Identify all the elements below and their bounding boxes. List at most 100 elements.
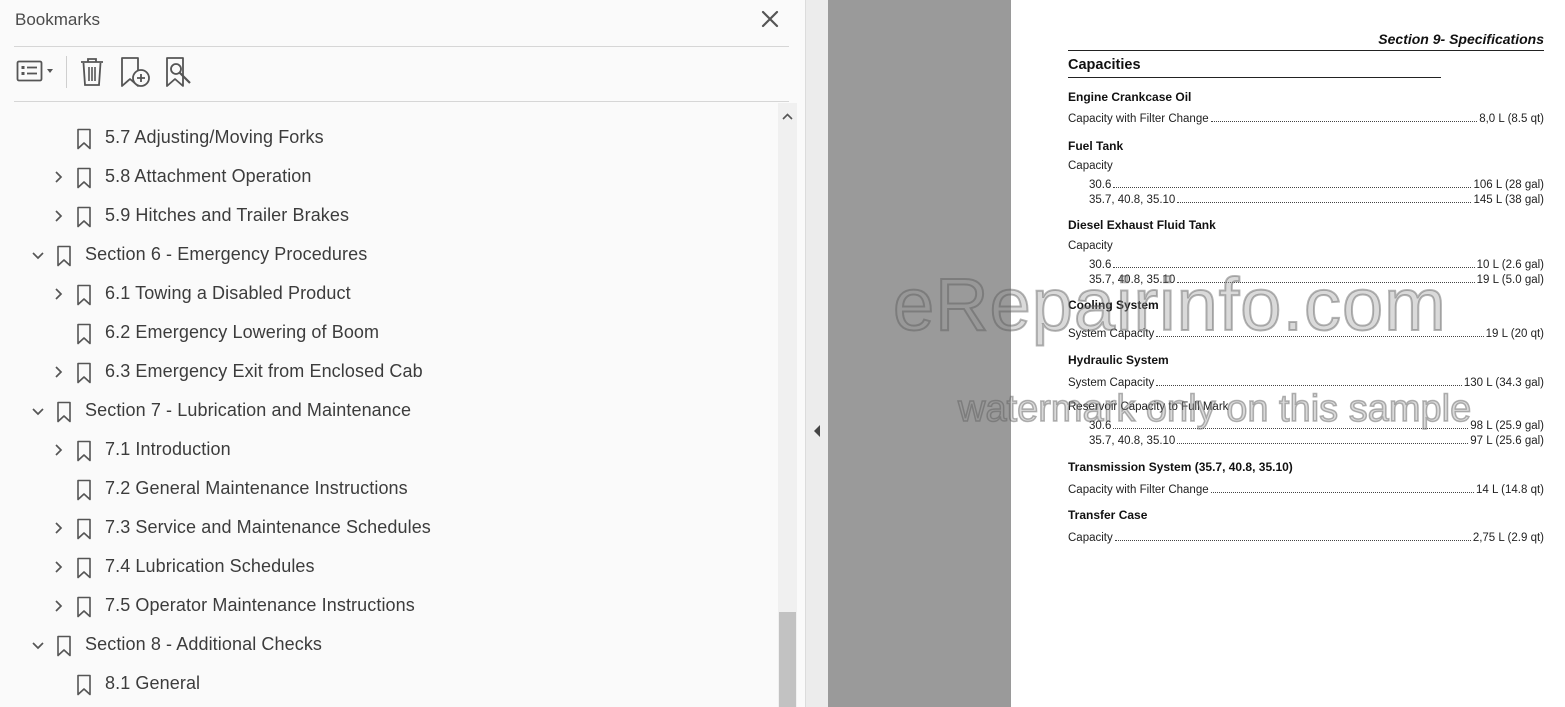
spec-key: 35.7, 40.8, 35.10	[1089, 274, 1176, 286]
close-icon	[761, 10, 779, 28]
spec-sublabel: Capacity	[1068, 160, 1113, 172]
bookmark-label: Section 6 - Emergency Procedures	[85, 244, 368, 264]
bookmark-item[interactable]: 6.3 Emergency Exit from Enclosed Cab	[0, 353, 778, 392]
new-bookmark-button[interactable]	[118, 55, 152, 89]
scrollbar-thumb[interactable]	[779, 612, 796, 707]
bookmark-label: 5.7 Adjusting/Moving Forks	[105, 127, 324, 147]
bookmark-label: 8.1 General	[105, 673, 201, 693]
divider	[14, 46, 789, 47]
spec-value: 14 L (14.8 qt)	[1476, 484, 1544, 496]
collapse-panel-button[interactable]	[812, 424, 822, 443]
spec-line: 35.7, 40.8, 35.10 19 L (5.0 gal)	[1089, 271, 1544, 286]
spec-value: 97 L (25.6 gal)	[1470, 435, 1544, 447]
bookmark-label: 6.3 Emergency Exit from Enclosed Cab	[105, 361, 423, 381]
bookmark-item[interactable]: 7.3 Service and Maintenance Schedules	[0, 509, 778, 548]
spec-value: 2,75 L (2.9 qt)	[1472, 532, 1544, 544]
bookmark-label: 7.3 Service and Maintenance Schedules	[105, 517, 431, 537]
chevron-right-icon[interactable]	[51, 560, 65, 574]
bookmark-item[interactable]: 8.1 General	[0, 665, 778, 704]
chevron-down-icon[interactable]	[31, 248, 45, 262]
bookmark-item[interactable]: 5.9 Hitches and Trailer Brakes	[0, 197, 778, 236]
chevron-right-icon[interactable]	[51, 599, 65, 613]
bookmark-icon	[77, 440, 91, 462]
panel-title: Bookmarks	[15, 10, 101, 29]
spec-line: Capacity 2,75 L (2.9 qt)	[1068, 529, 1544, 544]
spec-key: 30.6	[1089, 179, 1112, 191]
chevron-down-icon[interactable]	[31, 638, 45, 652]
chevron-right-icon[interactable]	[51, 209, 65, 223]
spec-key: Capacity with Filter Change	[1068, 113, 1209, 125]
chevron-up-icon	[782, 113, 793, 120]
bookmark-item[interactable]: 5.8 Attachment Operation	[0, 158, 778, 197]
bookmark-icon	[77, 128, 91, 150]
bookmark-label: 5.9 Hitches and Trailer Brakes	[105, 205, 350, 225]
bookmark-label: Section 7 - Lubrication and Maintenance	[85, 400, 412, 420]
spec-key: 30.6	[1089, 259, 1112, 271]
spec-value: 8,0 L (8.5 qt)	[1479, 113, 1544, 125]
bookmark-icon	[77, 167, 91, 189]
bookmark-icon	[77, 323, 91, 345]
chevron-right-icon[interactable]	[51, 365, 65, 379]
scroll-up-button[interactable]	[778, 109, 797, 125]
spec-value: 19 L (20 qt)	[1485, 328, 1544, 340]
bookmark-icon	[77, 362, 91, 384]
spec-heading: Hydraulic System	[1068, 353, 1169, 367]
bookmark-label: 6.2 Emergency Lowering of Boom	[105, 322, 380, 342]
spec-key: Capacity with Filter Change	[1068, 484, 1209, 496]
bookmark-item[interactable]: 7.1 Introduction	[0, 431, 778, 470]
bookmark-icon	[77, 284, 91, 306]
chevron-down-icon[interactable]	[31, 404, 45, 418]
chevron-right-icon[interactable]	[51, 521, 65, 535]
toolbar-separator	[66, 56, 67, 88]
bookmark-icon	[77, 557, 91, 579]
bookmark-icon	[57, 635, 71, 657]
spec-key: 35.7, 40.8, 35.10	[1089, 194, 1176, 206]
bookmark-item[interactable]: 7.4 Lubrication Schedules	[0, 548, 778, 587]
add-bookmark-icon	[121, 57, 150, 87]
triangle-left-icon	[814, 425, 820, 437]
spec-value: 98 L (25.9 gal)	[1470, 420, 1544, 432]
spec-value: 130 L (34.3 gal)	[1463, 377, 1544, 389]
bookmark-label: 6.1 Towing a Disabled Product	[105, 283, 351, 303]
chevron-right-icon[interactable]	[51, 443, 65, 457]
spec-heading: Diesel Exhaust Fluid Tank	[1068, 218, 1216, 232]
bookmark-item[interactable]: Section 6 - Emergency Procedures	[0, 236, 778, 275]
spec-key: System Capacity	[1068, 377, 1155, 389]
bookmark-label: 5.8 Attachment Operation	[105, 166, 312, 186]
bookmark-tree: 5.7 Adjusting/Moving Forks 5.8 Attachment…	[0, 103, 778, 707]
bookmark-icon	[57, 245, 71, 267]
chevron-right-icon[interactable]	[51, 170, 65, 184]
bookmark-label: 7.4 Lubrication Schedules	[105, 556, 315, 576]
trash-icon	[81, 58, 103, 86]
bookmark-icon	[77, 518, 91, 540]
bookmark-label: 7.5 Operator Maintenance Instructions	[105, 595, 415, 615]
section-header: Section 9- Specifications	[1378, 31, 1544, 47]
spec-line: 30.6 106 L (28 gal)	[1089, 176, 1544, 191]
bookmarks-scrollbar[interactable]	[778, 103, 797, 707]
bookmark-item[interactable]: 6.2 Emergency Lowering of Boom	[0, 314, 778, 353]
bookmark-icon	[77, 479, 91, 501]
spec-line: 30.6 98 L (25.9 gal)	[1089, 417, 1544, 432]
delete-bookmark-button[interactable]	[78, 55, 106, 89]
spec-key: Capacity	[1068, 532, 1113, 544]
title-rule	[1068, 77, 1441, 78]
find-current-bookmark-button[interactable]	[163, 55, 195, 89]
bookmark-item[interactable]: 5.7 Adjusting/Moving Forks	[0, 119, 778, 158]
chevron-right-icon[interactable]	[51, 287, 65, 301]
bookmark-label: 7.1 Introduction	[105, 439, 231, 459]
spec-line: System Capacity 130 L (34.3 gal)	[1068, 374, 1544, 389]
divider	[14, 101, 789, 102]
close-panel-button[interactable]	[757, 6, 783, 32]
spec-sublabel: Reservoir Capacity to Full Mark	[1068, 401, 1229, 413]
bookmark-item[interactable]: 6.1 Towing a Disabled Product	[0, 275, 778, 314]
bookmark-item[interactable]: 7.2 General Maintenance Instructions	[0, 470, 778, 509]
spec-line: System Capacity 19 L (20 qt)	[1068, 325, 1544, 340]
spec-heading: Engine Crankcase Oil	[1068, 90, 1192, 104]
page-title: Capacities	[1068, 57, 1141, 73]
bookmark-item[interactable]: 7.5 Operator Maintenance Instructions	[0, 587, 778, 626]
bookmark-item[interactable]: Section 8 - Additional Checks	[0, 626, 778, 665]
options-menu-button[interactable]	[16, 57, 58, 91]
bookmark-item[interactable]: Section 7 - Lubrication and Maintenance	[0, 392, 778, 431]
find-current-bookmark-icon	[166, 57, 191, 87]
panel-splitter[interactable]	[805, 0, 828, 707]
